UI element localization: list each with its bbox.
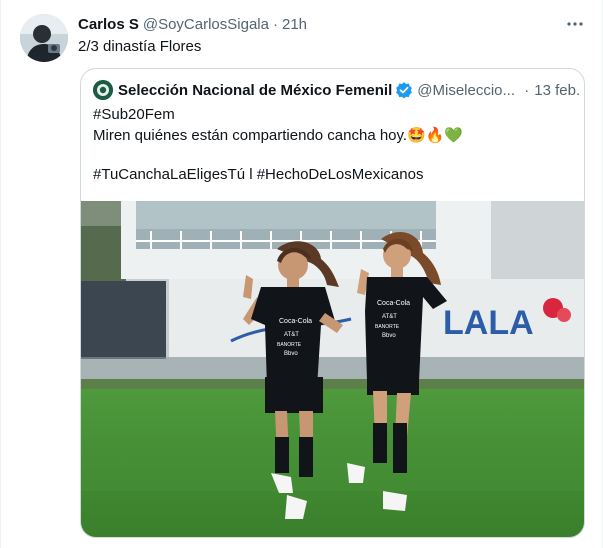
quoted-tweet-date[interactable]: 13 feb. (534, 82, 580, 99)
player-left-shirt-line2: AT&T (284, 332, 299, 338)
verified-badge-icon (395, 81, 413, 99)
author-handle[interactable]: @SoyCarlosSigala (143, 16, 269, 33)
quoted-message-line: Miren quiénes están compartiendo cancha … (93, 125, 573, 145)
tweet-header: Carlos S @SoyCarlosSigala · 21h (78, 14, 307, 34)
quoted-message-text: Miren quiénes están compartiendo cancha … (93, 127, 408, 144)
tweet-timestamp[interactable]: 21h (282, 16, 307, 33)
quoted-hashtag-line[interactable]: #Sub20Fem (93, 105, 573, 125)
player-left-shirt-sponsor: Coca-Cola (279, 318, 312, 325)
player-left-shirt-line3: BANORTE (277, 342, 302, 348)
quoted-author-name[interactable]: Selección Nacional de México Femenil (118, 82, 392, 99)
timeline-border-left (0, 0, 1, 548)
quoted-tweet-photo[interactable]: LALA Coca-Cola AT&T BANORTE Bbvo Coca-Co… (81, 201, 584, 537)
tweet-text: 2/3 dinastía Flores (78, 38, 202, 55)
more-horizontal-icon (567, 22, 583, 26)
quoted-author-handle[interactable]: @Miseleccio... (417, 82, 518, 99)
quoted-tweet-text: #Sub20Fem Miren quiénes están compartien… (93, 105, 573, 185)
quoted-author-avatar[interactable] (93, 80, 113, 100)
quoted-header-separator: · (524, 81, 530, 99)
player-right-shirt-line4: Bbvo (382, 333, 396, 339)
quoted-blank-line (93, 145, 573, 165)
author-name[interactable]: Carlos S (78, 16, 139, 33)
banner-lala-text: LALA (443, 304, 534, 342)
emoji-group: 🤩🔥💚 (407, 126, 464, 144)
more-options-button[interactable] (563, 14, 587, 34)
player-left-shirt-line4: Bbvo (284, 351, 298, 357)
player-right-shirt-line2: AT&T (382, 314, 397, 320)
quoted-tweet-card[interactable]: Selección Nacional de México Femenil @Mi… (80, 68, 585, 538)
quoted-tweet-header: Selección Nacional de México Femenil @Mi… (93, 79, 580, 101)
quoted-hashtags-line[interactable]: #TuCanchaLaEligesTú l #HechoDeLosMexican… (93, 165, 573, 185)
player-right-shirt-line3: BANORTE (375, 324, 400, 330)
author-avatar[interactable] (20, 14, 68, 62)
header-separator: · (272, 15, 278, 33)
player-right-shirt-sponsor: Coca-Cola (377, 300, 410, 307)
